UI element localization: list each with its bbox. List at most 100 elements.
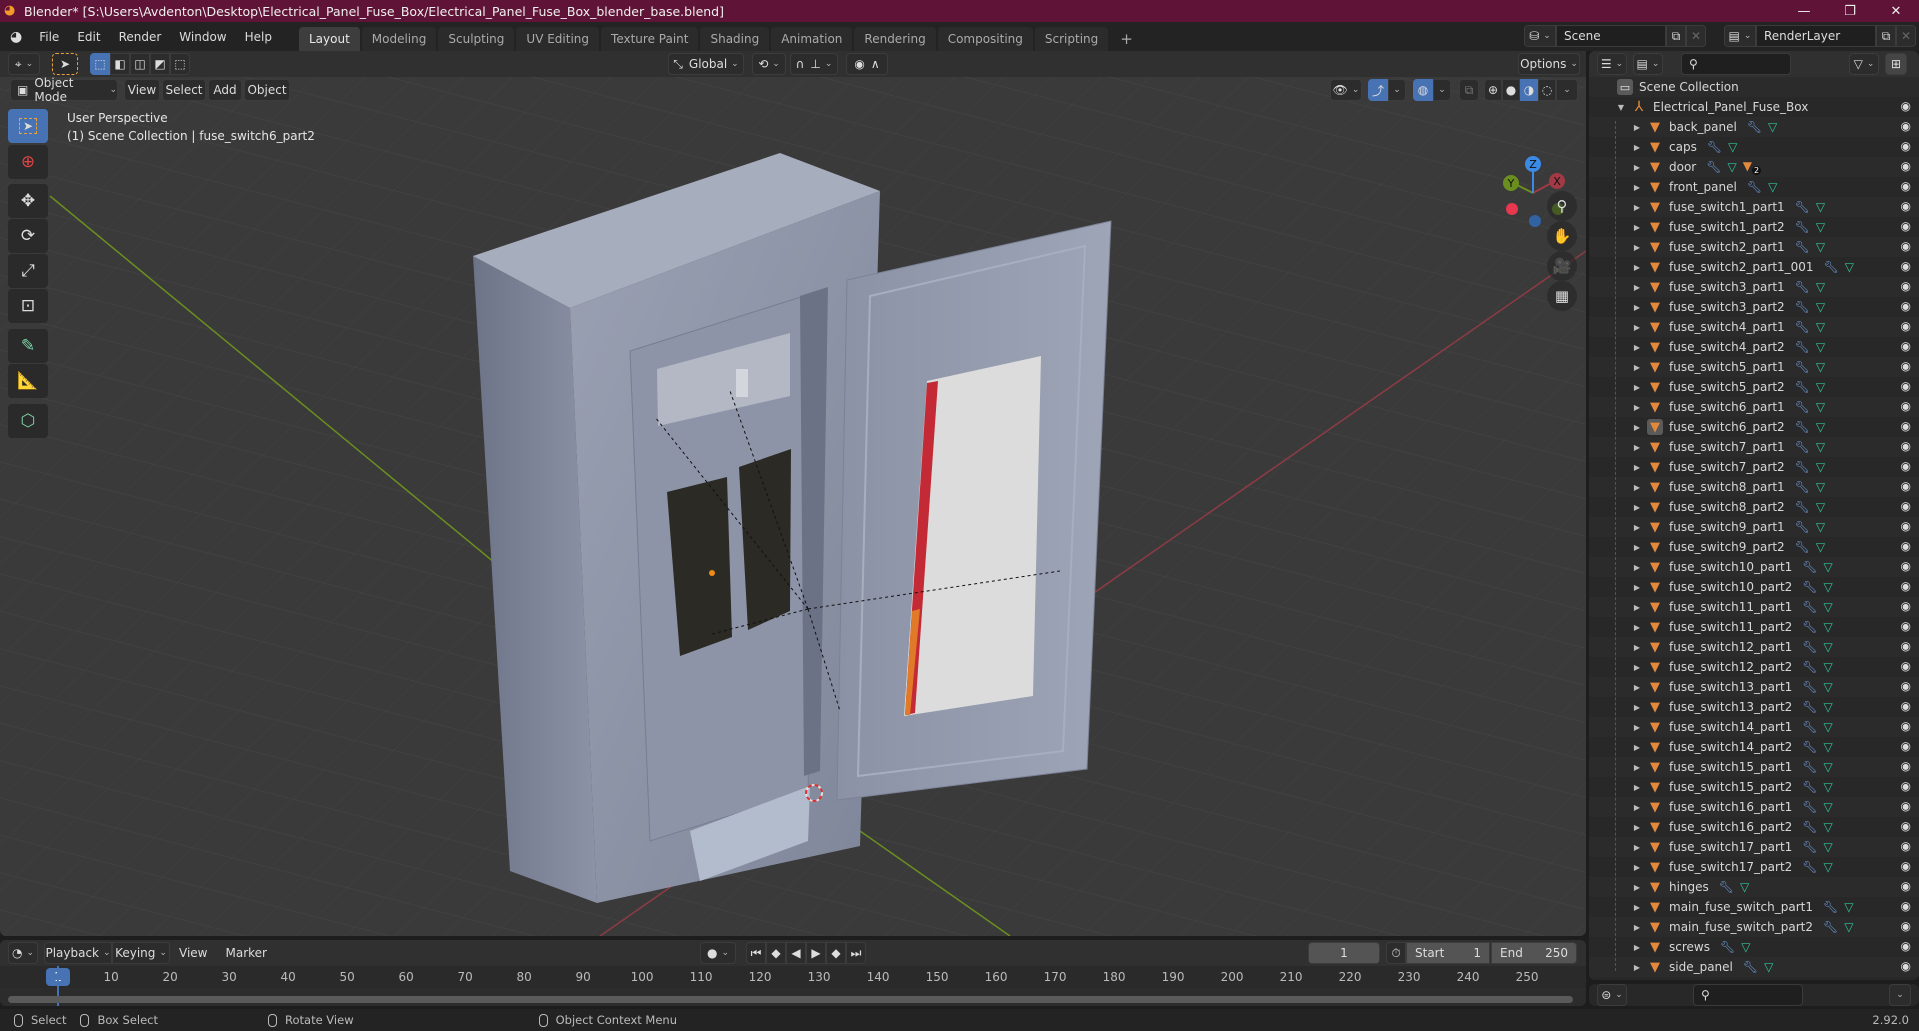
tab-scripting[interactable]: Scripting [1034, 27, 1109, 51]
eye-icon[interactable]: ◉ [1901, 479, 1911, 493]
modifier-wrench-icon[interactable]: 🔧︎ [1795, 400, 1810, 414]
expand-triangle-icon[interactable]: ▶ [1631, 283, 1643, 292]
menu-playback[interactable]: Playback ⌄ [44, 942, 112, 964]
outliner-object-row[interactable]: ▶ ▼ fuse_switch16_part1 🔧︎ ▽ ◉ [1589, 797, 1919, 817]
view-layer-delete-icon[interactable]: ✕ [1896, 25, 1916, 47]
modifier-wrench-icon[interactable]: 🔧︎ [1802, 860, 1817, 874]
wireframe-shading-icon[interactable]: ⊕ [1484, 79, 1502, 101]
pivot-point-dropdown[interactable]: ⟲ ⌄ [752, 53, 786, 75]
current-frame-field[interactable]: 1 [1308, 942, 1380, 964]
mesh-data-icon[interactable]: ▽ [1824, 860, 1833, 874]
blender-menu-icon[interactable]: ◕ [10, 29, 22, 45]
mesh-data-icon[interactable]: ▽ [1824, 760, 1833, 774]
editor-type-button[interactable]: ⌖ ⌄ [8, 53, 40, 75]
zoom-view-icon[interactable]: ⚲ [1547, 191, 1577, 221]
modifier-wrench-icon[interactable]: 🔧︎ [1795, 340, 1810, 354]
properties-editor-type[interactable]: ⊜ ⌄ [1597, 984, 1627, 1006]
eye-icon[interactable]: ◉ [1901, 779, 1911, 793]
outliner-object-row[interactable]: ▶ ▼ fuse_switch6_part1 🔧︎ ▽ ◉ [1589, 397, 1919, 417]
overlays-dropdown[interactable]: ⌄ [1433, 79, 1451, 101]
mesh-data-icon[interactable]: ▽ [1816, 460, 1825, 474]
eye-icon[interactable]: ◉ [1901, 559, 1911, 573]
modifier-wrench-icon[interactable]: 🔧︎ [1795, 320, 1810, 334]
mesh-data-icon[interactable]: ▽ [1824, 680, 1833, 694]
tab-rendering[interactable]: Rendering [854, 27, 936, 51]
next-keyframe-icon[interactable]: ◆ [826, 942, 846, 964]
eye-icon[interactable]: ◉ [1901, 819, 1911, 833]
outliner-object-row[interactable]: ▶ ▼ fuse_switch14_part2 🔧︎ ▽ ◉ [1589, 737, 1919, 757]
eye-icon[interactable]: ◉ [1901, 299, 1911, 313]
menu-render[interactable]: Render [110, 26, 171, 48]
outliner-object-row[interactable]: ▶ ▼ hinges 🔧︎ ▽ ◉ [1589, 877, 1919, 897]
properties-search-input[interactable]: ⚲ [1693, 984, 1803, 1006]
mesh-data-icon[interactable]: ▽ [1816, 220, 1825, 234]
expand-triangle-icon[interactable]: ▶ [1631, 323, 1643, 332]
transform-tool[interactable]: ⊡ [8, 289, 48, 323]
expand-triangle-icon[interactable]: ▶ [1631, 703, 1643, 712]
eye-icon[interactable]: ◉ [1901, 939, 1911, 953]
expand-triangle-icon[interactable]: ▶ [1631, 543, 1643, 552]
eye-icon[interactable]: ◉ [1901, 859, 1911, 873]
eye-icon[interactable]: ◉ [1901, 199, 1911, 213]
outliner-object-row[interactable]: ▶ ▼ fuse_switch1_part2 🔧︎ ▽ ◉ [1589, 217, 1919, 237]
eye-icon[interactable]: ◉ [1901, 419, 1911, 433]
eye-icon[interactable]: ◉ [1901, 399, 1911, 413]
outliner-object-row[interactable]: ▶ ▼ fuse_switch3_part2 🔧︎ ▽ ◉ [1589, 297, 1919, 317]
outliner-object-row[interactable]: ▶ ▼ fuse_switch10_part2 🔧︎ ▽ ◉ [1589, 577, 1919, 597]
mesh-data-icon[interactable]: ▽ [1816, 420, 1825, 434]
maximize-button[interactable]: ❐ [1827, 0, 1873, 22]
eye-icon[interactable]: ◉ [1901, 659, 1911, 673]
modifier-wrench-icon[interactable]: 🔧︎ [1707, 140, 1722, 154]
collection-row[interactable]: ▼ ⅄ Electrical_Panel_Fuse_Box ◉ [1589, 97, 1919, 117]
overlays-toggle-icon[interactable]: ◍ [1413, 79, 1433, 101]
outliner-object-row[interactable]: ▶ ▼ fuse_switch9_part1 🔧︎ ▽ ◉ [1589, 517, 1919, 537]
start-frame-field[interactable]: Start 1 [1406, 942, 1490, 964]
view-layer-name-field[interactable]: RenderLayer [1756, 25, 1876, 47]
mesh-data-icon[interactable]: ▽ [1824, 820, 1833, 834]
select-subtract-icon[interactable]: ◫ [130, 53, 150, 75]
outliner-object-row[interactable]: ▶ ▼ fuse_switch2_part1 🔧︎ ▽ ◉ [1589, 237, 1919, 257]
menu-keying[interactable]: Keying ⌄ [112, 942, 170, 964]
modifier-wrench-icon[interactable]: 🔧︎ [1802, 580, 1817, 594]
outliner-object-row[interactable]: ▶ ▼ side_panel 🔧︎ ▽ ◉ [1589, 957, 1919, 977]
modifier-wrench-icon[interactable]: 🔧︎ [1802, 820, 1817, 834]
modifier-wrench-icon[interactable]: 🔧︎ [1802, 700, 1817, 714]
modifier-wrench-icon[interactable]: 🔧︎ [1720, 940, 1735, 954]
measure-tool[interactable]: 📐 [8, 364, 48, 398]
mesh-data-icon[interactable]: ▽ [1845, 260, 1854, 274]
modifier-wrench-icon[interactable]: 🔧︎ [1802, 720, 1817, 734]
eye-icon[interactable]: ◉ [1901, 639, 1911, 653]
modifier-wrench-icon[interactable]: 🔧︎ [1743, 960, 1758, 974]
scene-new-icon[interactable]: ⧉ [1666, 25, 1686, 47]
expand-triangle-icon[interactable]: ▶ [1631, 743, 1643, 752]
mesh-data-icon[interactable]: ▽ [1816, 540, 1825, 554]
tab-modeling[interactable]: Modeling [361, 27, 437, 51]
expand-triangle-icon[interactable]: ▶ [1631, 303, 1643, 312]
expand-triangle-icon[interactable]: ▶ [1631, 343, 1643, 352]
eye-icon[interactable]: ◉ [1901, 99, 1911, 113]
modifier-wrench-icon[interactable]: 🔧︎ [1802, 740, 1817, 754]
modifier-wrench-icon[interactable]: 🔧︎ [1795, 380, 1810, 394]
modifier-wrench-icon[interactable]: 🔧︎ [1802, 560, 1817, 574]
expand-triangle-icon[interactable]: ▶ [1631, 563, 1643, 572]
modifier-wrench-icon[interactable]: 🔧︎ [1802, 800, 1817, 814]
expand-triangle-icon[interactable]: ▶ [1631, 963, 1643, 972]
eye-icon[interactable]: ◉ [1901, 499, 1911, 513]
menu-object[interactable]: Object [244, 79, 290, 101]
expand-triangle-icon[interactable]: ▶ [1631, 423, 1643, 432]
outliner-object-row[interactable]: ▶ ▼ fuse_switch12_part2 🔧︎ ▽ ◉ [1589, 657, 1919, 677]
add-cube-tool[interactable]: ⬡ [8, 404, 48, 438]
expand-triangle-icon[interactable]: ▶ [1631, 883, 1643, 892]
eye-icon[interactable]: ◉ [1901, 259, 1911, 273]
menu-select[interactable]: Select [162, 79, 206, 101]
mesh-data-icon[interactable]: ▽ [1816, 240, 1825, 254]
eye-icon[interactable]: ◉ [1901, 879, 1911, 893]
outliner-object-row[interactable]: ▶ ▼ fuse_switch11_part2 🔧︎ ▽ ◉ [1589, 617, 1919, 637]
expand-triangle-icon[interactable]: ▶ [1631, 403, 1643, 412]
mesh-data-icon[interactable]: ▽ [1824, 600, 1833, 614]
mesh-data-icon[interactable]: ▽ [1816, 380, 1825, 394]
modifier-wrench-icon[interactable]: 🔧︎ [1795, 540, 1810, 554]
mesh-data-icon[interactable]: ▽ [1768, 120, 1777, 134]
mesh-data-icon[interactable]: ▽ [1824, 780, 1833, 794]
mesh-data-icon[interactable]: ▽ [1728, 140, 1737, 154]
